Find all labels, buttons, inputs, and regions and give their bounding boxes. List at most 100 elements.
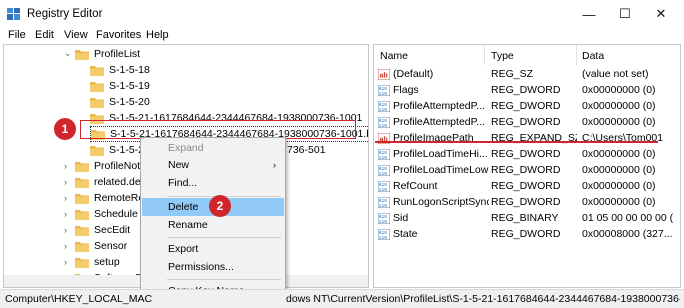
column-divider[interactable] xyxy=(484,45,485,65)
window-title: Registry Editor xyxy=(27,8,103,20)
svg-text:110: 110 xyxy=(379,155,387,160)
value-type: REG_DWORD xyxy=(491,148,561,160)
tree-item-label: ProfileNot xyxy=(94,160,141,172)
value-row[interactable]: 010 110 RefCount REG_DWORD 0x00000000 (0) xyxy=(378,179,678,195)
chevron-right-icon[interactable]: › xyxy=(64,209,67,219)
folder-icon xyxy=(75,209,89,220)
maximize-button[interactable]: ☐ xyxy=(610,3,640,25)
context-menu-expand[interactable]: Expand xyxy=(142,139,284,157)
chevron-right-icon[interactable]: › xyxy=(64,161,67,171)
context-menu-permissions[interactable]: Permissions... xyxy=(142,258,284,276)
value-type: REG_SZ xyxy=(491,68,534,80)
value-row[interactable]: ab (Default) REG_SZ (value not set) xyxy=(378,67,678,83)
value-type: REG_BINARY xyxy=(491,212,559,224)
values-pane[interactable]: Name Type Data ab (Default) REG_SZ (value n… xyxy=(373,44,681,288)
value-row[interactable]: 010 110 Flags REG_DWORD 0x00000000 (0) xyxy=(378,83,678,99)
column-header-data[interactable]: Data xyxy=(582,50,604,62)
value-data: 0x00000000 (0) xyxy=(582,196,656,208)
chevron-right-icon[interactable]: › xyxy=(64,177,67,187)
tree-item[interactable]: setup xyxy=(75,254,120,270)
value-data: 0x00008000 (327... xyxy=(582,228,673,240)
menu-file[interactable]: File xyxy=(8,29,26,41)
value-name: ProfileLoadTimeHi... xyxy=(393,148,488,160)
value-name: ProfileAttemptedP... xyxy=(393,116,486,128)
folder-icon xyxy=(75,193,89,204)
value-name: ProfileLoadTimeLow xyxy=(393,164,489,176)
tree-item[interactable]: S-1-5-19 xyxy=(90,78,150,94)
value-name: (Default) xyxy=(393,68,434,80)
svg-text:110: 110 xyxy=(379,187,387,192)
tree-item[interactable]: RemoteRe xyxy=(75,190,144,206)
chevron-right-icon[interactable]: › xyxy=(64,225,67,235)
tree-item-label: S-1-5-18 xyxy=(109,64,150,76)
folder-icon xyxy=(90,97,104,108)
maximize-icon: ☐ xyxy=(619,6,631,21)
context-menu-new[interactable]: New › xyxy=(142,156,284,174)
svg-text:110: 110 xyxy=(379,203,387,208)
tree-item-label: Schedule xyxy=(94,208,138,220)
column-divider[interactable] xyxy=(576,45,577,65)
menu-view[interactable]: View xyxy=(64,29,88,41)
title-bar: Registry Editor — ☐ ✕ xyxy=(0,0,684,28)
menu-edit[interactable]: Edit xyxy=(35,29,54,41)
value-data: (value not set) xyxy=(582,68,649,80)
tree-item[interactable]: S-1-5-20 xyxy=(90,94,150,110)
folder-icon xyxy=(90,65,104,76)
tree-item[interactable]: S-1-5-2 xyxy=(90,142,144,158)
context-menu-find[interactable]: Find... xyxy=(142,174,284,192)
folder-open-icon xyxy=(75,49,89,60)
registry-editor-icon xyxy=(7,8,20,20)
value-row[interactable]: 010 110 ProfileAttemptedP... REG_DWORD 0x000… xyxy=(378,115,678,131)
tree-item-label: S-1-5-19 xyxy=(109,80,150,92)
tree-item[interactable]: Sensor xyxy=(75,238,127,254)
folder-icon xyxy=(90,81,104,92)
tree-item[interactable]: related.des xyxy=(75,174,146,190)
tree-item[interactable]: ProfileNot xyxy=(75,158,140,174)
value-row[interactable]: ab ProfileImagePath REG_EXPAND_SZ C:\Users\… xyxy=(378,131,678,147)
folder-icon xyxy=(75,225,89,236)
value-type: REG_DWORD xyxy=(491,84,561,96)
chevron-right-icon[interactable]: › xyxy=(64,257,67,267)
tree-item-label-tail: 736-501 xyxy=(287,144,326,156)
value-type: REG_DWORD xyxy=(491,180,561,192)
binary-value-icon: 010110 xyxy=(378,117,390,128)
value-row[interactable]: 010 110 RunLogonScriptSync REG_DWORD 0x00000… xyxy=(378,195,678,211)
value-row[interactable]: 010 110 ProfileAttemptedP... REG_DWORD 0x000… xyxy=(378,99,678,115)
minimize-button[interactable]: — xyxy=(574,3,604,25)
chevron-right-icon[interactable]: › xyxy=(64,193,67,203)
tree-item-profilelist[interactable]: ProfileList xyxy=(75,46,140,62)
tree-item-label: related.des xyxy=(94,176,146,188)
menu-favorites[interactable]: Favorites xyxy=(96,29,141,41)
chevron-right-icon[interactable]: › xyxy=(64,241,67,251)
binary-value-icon: 010110 xyxy=(378,149,390,160)
folder-icon xyxy=(75,257,89,268)
tree-item[interactable]: SecEdit xyxy=(75,222,130,238)
context-menu-rename[interactable]: Rename xyxy=(142,216,284,234)
value-row[interactable]: 010 110 ProfileLoadTimeHi... REG_DWORD 0x000… xyxy=(378,147,678,163)
svg-text:ab: ab xyxy=(380,73,388,80)
column-header-type[interactable]: Type xyxy=(491,50,514,62)
column-header-name[interactable]: Name xyxy=(380,50,408,62)
value-type: REG_DWORD xyxy=(491,164,561,176)
value-row[interactable]: 010 110 Sid REG_BINARY 01 05 00 00 00 00 ( xyxy=(378,211,678,227)
value-name: RunLogonScriptSync xyxy=(393,196,489,208)
tree-item[interactable]: Schedule xyxy=(75,206,138,222)
value-row[interactable]: 010 110 State REG_DWORD 0x00008000 (327... xyxy=(378,227,678,243)
string-value-icon: ab xyxy=(378,69,390,80)
tree-item[interactable]: S-1-5-18 xyxy=(90,62,150,78)
value-type: REG_DWORD xyxy=(491,100,561,112)
binary-value-icon: 010110 xyxy=(378,213,390,224)
context-menu: Expand New › Find... Delete Rename Expor… xyxy=(140,137,286,304)
binary-value-icon: 010110 xyxy=(378,85,390,96)
context-menu-export[interactable]: Export xyxy=(142,240,284,258)
svg-text:110: 110 xyxy=(379,219,387,224)
svg-text:110: 110 xyxy=(379,91,387,96)
chevron-down-icon[interactable]: ⌄ xyxy=(64,48,72,59)
menu-help[interactable]: Help xyxy=(146,29,169,41)
folder-icon xyxy=(90,145,104,156)
status-bar: Computer\HKEY_LOCAL_MAC dows NT\CurrentV… xyxy=(0,289,684,308)
tree-item-label: S-1-5-2 xyxy=(109,144,145,156)
value-row[interactable]: 010 110 ProfileLoadTimeLow REG_DWORD 0x00000… xyxy=(378,163,678,179)
close-button[interactable]: ✕ xyxy=(646,3,676,25)
tree-item-label: RemoteRe xyxy=(94,192,145,204)
